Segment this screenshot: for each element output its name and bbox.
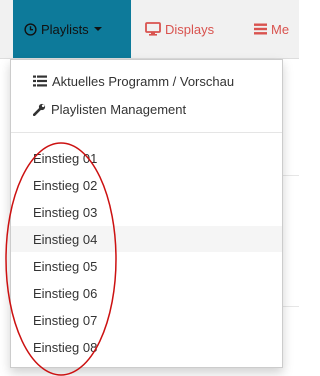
playlist-item-label: Einstieg 05 — [33, 258, 98, 274]
playlist-item-label: Einstieg 01 — [33, 150, 98, 166]
background-divider — [283, 306, 299, 307]
playlist-item-label: Einstieg 08 — [33, 339, 98, 355]
playlist-item-label: Einstieg 03 — [33, 204, 98, 220]
nav-displays-label: Displays — [165, 21, 215, 37]
menu-item-current-program[interactable]: Aktuelles Programm / Vorschau — [11, 68, 282, 94]
playlist-item[interactable]: Einstieg 05 — [11, 253, 282, 279]
playlist-item[interactable]: Einstieg 03 — [11, 199, 282, 225]
caret-down-icon — [93, 27, 102, 31]
playlist-item-label: Einstieg 02 — [33, 177, 98, 193]
nav-me-label: Me — [271, 21, 290, 37]
nav-playlists-label: Playlists — [41, 21, 89, 37]
playlist-item-hovered[interactable]: Einstieg 04 — [11, 226, 282, 252]
playlist-item[interactable]: Einstieg 01 — [11, 145, 282, 171]
playlist-item-label: Einstieg 07 — [33, 312, 98, 328]
playlist-item-label: Einstieg 06 — [33, 285, 98, 301]
wrench-icon — [33, 103, 46, 116]
playlists-dropdown-menu: Aktuelles Programm / Vorschau Playlisten… — [10, 59, 283, 368]
playlist-item[interactable]: Einstieg 02 — [11, 172, 282, 198]
top-navbar: Playlists Displays Me — [0, 0, 299, 59]
playlist-item[interactable]: Einstieg 07 — [11, 307, 282, 333]
clock-icon — [24, 22, 37, 36]
menu-bars-icon — [254, 23, 267, 35]
nav-me[interactable]: Me — [254, 0, 289, 58]
list-icon — [33, 75, 47, 87]
playlist-item[interactable]: Einstieg 08 — [11, 334, 282, 360]
menu-item-current-program-label: Aktuelles Programm / Vorschau — [52, 73, 235, 89]
playlist-item[interactable]: Einstieg 06 — [11, 280, 282, 306]
playlist-item-label: Einstieg 04 — [33, 231, 98, 247]
nav-displays[interactable]: Displays — [145, 0, 214, 58]
menu-item-playlist-management-label: Playlisten Management — [51, 101, 187, 117]
monitor-icon — [145, 22, 161, 36]
menu-item-playlist-management[interactable]: Playlisten Management — [11, 96, 282, 122]
background-divider — [283, 175, 299, 176]
nav-playlists-dropdown-toggle[interactable]: Playlists — [13, 0, 131, 58]
menu-divider — [11, 132, 282, 133]
